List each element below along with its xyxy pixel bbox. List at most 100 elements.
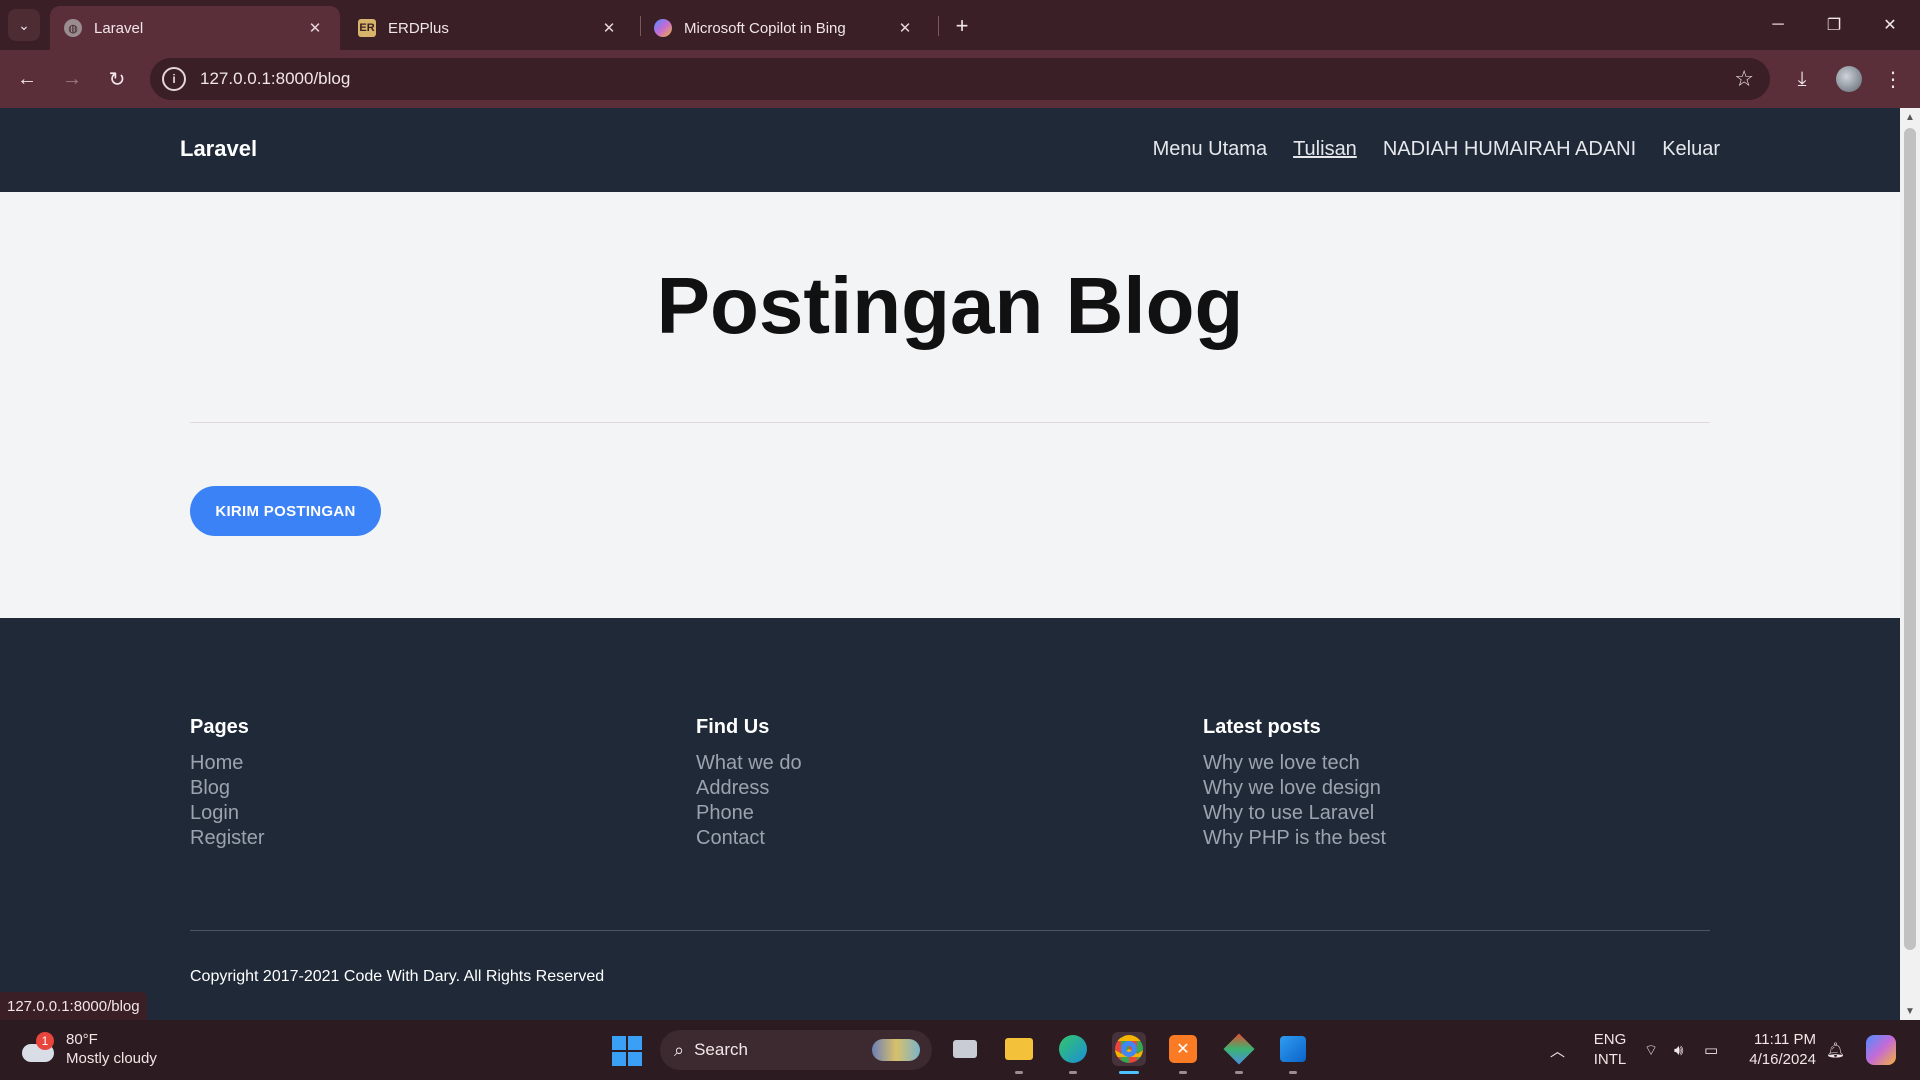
profile-avatar[interactable] bbox=[1836, 66, 1862, 92]
chevron-up-icon: ︿ bbox=[1550, 1042, 1566, 1060]
wifi-icon[interactable]: ⌔ bbox=[1644, 1020, 1658, 1080]
clock-time: 11:11 PM bbox=[1754, 1031, 1816, 1048]
minimize-button[interactable]: ─ bbox=[1750, 0, 1806, 50]
status-bar-url: 127.0.0.1:8000/blog bbox=[0, 992, 147, 1020]
globe-icon: ◍ bbox=[64, 19, 82, 37]
arrow-left-icon: ← bbox=[17, 67, 37, 90]
footer-link-address[interactable]: Address bbox=[696, 776, 802, 801]
nav-keluar[interactable]: Keluar bbox=[1662, 138, 1720, 161]
create-post-button[interactable]: KIRIM POSTINGAN bbox=[190, 486, 381, 536]
footer-link-phone[interactable]: Phone bbox=[696, 801, 802, 826]
copyright-text: Copyright 2017-2021 Code With Dary. All … bbox=[190, 968, 605, 985]
site-header: Laravel Menu Utama Tulisan NADIAH HUMAIR… bbox=[0, 108, 1900, 192]
footer-link-post[interactable]: Why we love tech bbox=[1203, 751, 1386, 776]
nav-menu-utama[interactable]: Menu Utama bbox=[1153, 138, 1268, 161]
input-language[interactable]: ENG INTL bbox=[1590, 1030, 1630, 1070]
site-info-icon[interactable]: i bbox=[162, 67, 186, 91]
weather-condition: Mostly cloudy bbox=[66, 1050, 157, 1067]
weather-temperature: 80°F bbox=[66, 1031, 98, 1048]
close-window-button[interactable]: ✕ bbox=[1862, 0, 1918, 50]
footer-heading: Pages bbox=[190, 716, 249, 738]
tab-search-button[interactable]: ⌄ bbox=[8, 9, 40, 41]
taskbar-search-label: Search bbox=[694, 1040, 748, 1059]
downloads-button[interactable]: ⤓ bbox=[1785, 62, 1819, 96]
more-vertical-icon: ⋮ bbox=[1883, 68, 1903, 91]
notification-bell-icon[interactable]: 🔔︎ bbox=[1826, 1020, 1845, 1080]
language-line-1: ENG bbox=[1593, 1031, 1627, 1048]
scroll-up-icon[interactable]: ▲ bbox=[1900, 108, 1920, 126]
reload-button[interactable]: ↻ bbox=[100, 62, 134, 96]
address-url[interactable]: 127.0.0.1:8000/blog bbox=[200, 69, 350, 89]
footer-link-blog[interactable]: Blog bbox=[190, 776, 264, 801]
site-brand[interactable]: Laravel bbox=[180, 136, 257, 162]
git-icon[interactable] bbox=[1222, 1032, 1256, 1074]
arrow-right-icon: → bbox=[62, 67, 82, 90]
restore-icon: ❐ bbox=[1826, 17, 1842, 34]
footer-link-post[interactable]: Why to use Laravel bbox=[1203, 801, 1386, 826]
copilot-icon bbox=[654, 19, 672, 37]
content-divider bbox=[190, 422, 1710, 423]
forward-button[interactable]: → bbox=[55, 62, 89, 96]
battery-icon[interactable]: ▭ bbox=[1704, 1020, 1718, 1080]
weather-badge: 1 bbox=[36, 1032, 54, 1050]
close-icon: ✕ bbox=[1883, 17, 1897, 34]
bookmark-star-icon[interactable]: ☆ bbox=[1734, 66, 1754, 92]
weather-widget[interactable]: 1 80°F Mostly cloudy bbox=[20, 1030, 157, 1068]
tab-copilot[interactable]: Microsoft Copilot in Bing ✕ bbox=[640, 6, 930, 50]
photos-app-icon[interactable] bbox=[1276, 1032, 1310, 1074]
nav-tulisan[interactable]: Tulisan bbox=[1293, 138, 1357, 161]
taskbar-search[interactable]: ⌕ Search bbox=[660, 1030, 932, 1070]
chrome-browser-icon[interactable] bbox=[1112, 1032, 1146, 1074]
cloudy-weather-icon: 1 bbox=[20, 1032, 56, 1064]
footer-link-login[interactable]: Login bbox=[190, 801, 264, 826]
footer-divider bbox=[190, 930, 1710, 931]
close-icon[interactable]: ✕ bbox=[894, 17, 916, 39]
page-viewport: Laravel Menu Utama Tulisan NADIAH HUMAIR… bbox=[0, 108, 1900, 1020]
minimize-icon: ─ bbox=[1772, 16, 1784, 33]
footer-link-register[interactable]: Register bbox=[190, 826, 264, 851]
close-icon[interactable]: ✕ bbox=[304, 17, 326, 39]
scroll-down-icon[interactable]: ▼ bbox=[1900, 1002, 1920, 1020]
show-hidden-icons[interactable]: ︿ bbox=[1550, 1020, 1565, 1080]
footer-link-contact[interactable]: Contact bbox=[696, 826, 802, 851]
footer-link-post[interactable]: Why we love design bbox=[1203, 776, 1386, 801]
tab-laravel[interactable]: ◍ Laravel ✕ bbox=[50, 6, 340, 50]
tab-strip: ⌄ ◍ Laravel ✕ ER ERDPlus ✕ Microsoft Cop… bbox=[0, 0, 1920, 50]
volume-icon[interactable]: 🔊︎ bbox=[1674, 1020, 1683, 1080]
nav-user-name[interactable]: NADIAH HUMAIRAH ADANI bbox=[1383, 138, 1636, 161]
erdplus-icon: ER bbox=[358, 19, 376, 37]
search-highlight-image bbox=[872, 1039, 920, 1061]
system-clock[interactable]: 11:11 PM 4/16/2024 bbox=[1742, 1030, 1816, 1070]
tab-erdplus[interactable]: ER ERDPlus ✕ bbox=[344, 6, 634, 50]
address-bar[interactable]: i 127.0.0.1:8000/blog ☆ bbox=[150, 58, 1770, 100]
tab-title: Microsoft Copilot in Bing bbox=[684, 19, 846, 37]
taskbar: 1 80°F Mostly cloudy ⌕ Search ✕ ︿ ENG IN… bbox=[0, 1020, 1920, 1080]
back-button[interactable]: ← bbox=[10, 62, 44, 96]
browser-toolbar: ← → ↻ i 127.0.0.1:8000/blog ☆ ⤓ ⋮ bbox=[0, 50, 1920, 108]
new-tab-button[interactable]: + bbox=[948, 12, 976, 40]
file-explorer-icon[interactable] bbox=[1002, 1032, 1036, 1074]
browser-menu-button[interactable]: ⋮ bbox=[1876, 62, 1910, 96]
site-footer: Pages Home Blog Login Register Find Us W… bbox=[0, 618, 1900, 1020]
footer-heading: Latest posts bbox=[1203, 716, 1321, 738]
task-view-icon[interactable] bbox=[948, 1032, 982, 1066]
restore-button[interactable]: ❐ bbox=[1806, 0, 1862, 50]
footer-link-home[interactable]: Home bbox=[190, 751, 264, 776]
footer-column-latest-posts: Latest posts Why we love tech Why we lov… bbox=[1203, 716, 1386, 851]
site-nav: Menu Utama Tulisan NADIAH HUMAIRAH ADANI… bbox=[1153, 138, 1720, 161]
close-icon[interactable]: ✕ bbox=[598, 17, 620, 39]
tab-title: ERDPlus bbox=[388, 19, 449, 37]
copilot-taskbar-icon[interactable] bbox=[1866, 1020, 1896, 1080]
scrollbar-thumb[interactable] bbox=[1904, 128, 1916, 950]
tab-separator bbox=[938, 16, 939, 36]
reload-icon: ↻ bbox=[108, 68, 126, 91]
page-scrollbar[interactable]: ▲ ▼ bbox=[1900, 108, 1920, 1020]
tab-title: Laravel bbox=[94, 19, 144, 37]
edge-browser-icon[interactable] bbox=[1056, 1032, 1090, 1074]
footer-heading: Find Us bbox=[696, 716, 770, 738]
xampp-icon[interactable]: ✕ bbox=[1166, 1032, 1200, 1074]
footer-link-what-we-do[interactable]: What we do bbox=[696, 751, 802, 776]
footer-link-post[interactable]: Why PHP is the best bbox=[1203, 826, 1386, 851]
language-line-2: INTL bbox=[1593, 1051, 1627, 1068]
windows-start-icon[interactable] bbox=[612, 1036, 642, 1066]
